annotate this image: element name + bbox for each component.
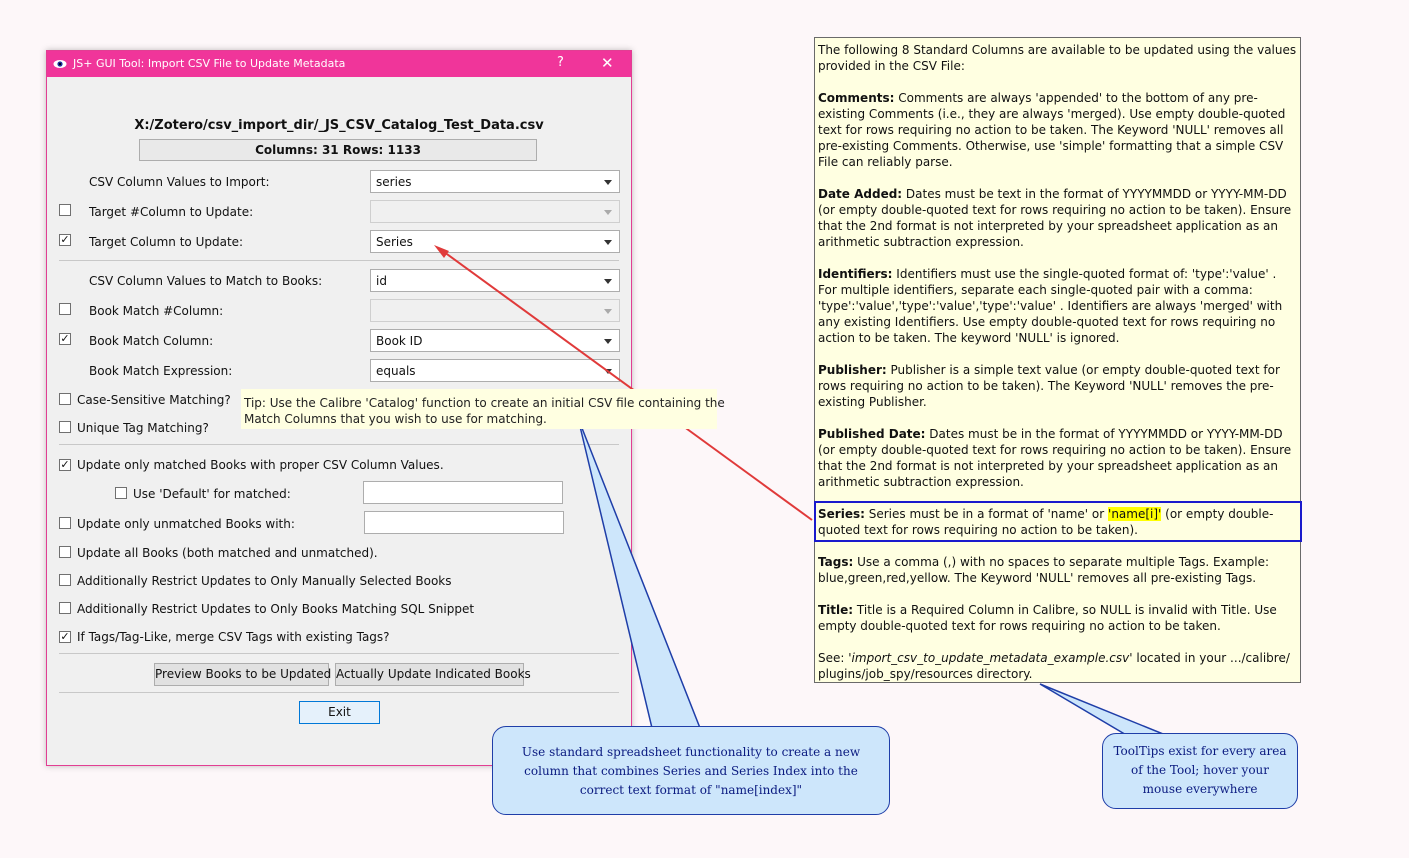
callout-pointer <box>577 417 702 729</box>
tooltips-callout: ToolTips exist for every area of the Too… <box>1102 733 1298 809</box>
catalog-tooltip: Tip: Use the Calibre 'Catalog' function … <box>241 389 725 429</box>
tooltip-line: Tip: Use the Calibre 'Catalog' function … <box>244 396 725 410</box>
callout-line: Use standard spreadsheet functionality t… <box>521 745 861 759</box>
spreadsheet-callout: Use standard spreadsheet functionality t… <box>492 726 890 815</box>
callout-line: mouse everywhere <box>1142 782 1258 796</box>
callout-line: of the Tool; hover your <box>1130 763 1270 777</box>
tooltip-line: Match Columns that you wish to use for m… <box>244 412 547 426</box>
callout-pointer <box>1039 683 1169 737</box>
callout-line: correct text format of "name[index]" <box>579 783 803 797</box>
callout-line: column that combines Series and Series I… <box>524 764 858 778</box>
red-arrow-line <box>439 248 813 521</box>
callout-line: ToolTips exist for every area <box>1113 744 1287 758</box>
red-arrow-head <box>434 245 449 258</box>
